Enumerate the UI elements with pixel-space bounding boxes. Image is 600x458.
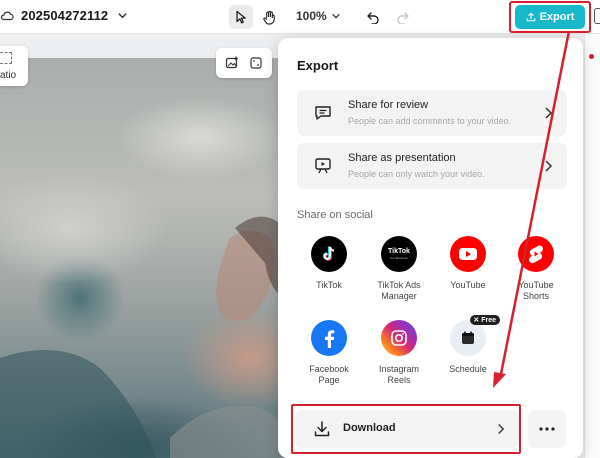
youtube-shorts-share-button[interactable]: YouTube Shorts [506, 236, 566, 302]
facebook-page-share-button[interactable]: Facebook Page [299, 320, 359, 386]
upload-icon [526, 12, 535, 22]
schedule-label: Schedule [449, 364, 487, 374]
more-options-button[interactable] [528, 410, 566, 448]
chevron-right-icon [545, 160, 553, 172]
youtube-label: YouTube [450, 280, 486, 290]
video-frame-art [0, 216, 290, 458]
zoom-dropdown[interactable]: 100% [296, 9, 341, 23]
export-button-label: Export [539, 11, 575, 23]
tiktok-ads-logo-sub: For Business [390, 256, 408, 260]
project-title[interactable]: 202504272112 [0, 8, 128, 23]
free-badge-label: Free [481, 317, 496, 324]
share-presentation-subtitle: People can only watch your video. [348, 169, 485, 179]
tiktok-ads-logo-text: TikTok [388, 248, 410, 255]
share-review-title: Share for review [348, 99, 429, 111]
chevron-right-icon [545, 107, 553, 119]
video-preview[interactable] [0, 58, 290, 458]
more-horizontal-icon [539, 427, 555, 431]
presentation-icon [315, 158, 331, 174]
chevron-down-icon [331, 13, 340, 19]
export-panel: Export Share for review People can add c… [278, 38, 583, 458]
tiktok-icon [311, 236, 347, 272]
share-presentation-title: Share as presentation [348, 152, 456, 164]
ratio-label: atio [0, 70, 17, 81]
hand-tool-button[interactable] [257, 5, 281, 29]
undo-button[interactable] [361, 5, 385, 29]
schedule-share-button[interactable]: ✕ Free Schedule [438, 315, 500, 375]
aspect-ratio-icon [0, 52, 12, 64]
project-name: 202504272112 [21, 8, 109, 23]
share-as-presentation-option[interactable]: Share as presentation People can only wa… [297, 143, 567, 189]
undo-icon [367, 12, 379, 24]
instagram-reels-label: Instagram Reels [378, 364, 420, 385]
redo-button[interactable] [391, 5, 415, 29]
zoom-level: 100% [296, 9, 327, 23]
export-button[interactable]: Export [515, 5, 585, 29]
tiktok-ads-manager-label: TikTok Ads Manager [377, 280, 421, 301]
download-label: Download [343, 422, 396, 434]
crop-frame-icon[interactable] [249, 56, 263, 70]
download-button[interactable]: Download [295, 410, 519, 448]
chevron-down-icon [118, 13, 127, 19]
youtube-icon [450, 236, 486, 272]
canvas-floating-toolbar [216, 48, 272, 78]
tiktok-label: TikTok [316, 280, 342, 290]
cloud-sync-icon [0, 11, 14, 20]
download-icon [314, 421, 330, 437]
cursor-icon [236, 10, 246, 24]
free-badge: ✕ Free [470, 315, 500, 325]
tiktok-ads-manager-share-button[interactable]: TikTok For Business TikTok Ads Manager [369, 236, 429, 302]
chevron-right-icon [498, 424, 505, 434]
youtube-shorts-label: YouTube Shorts [518, 280, 554, 301]
select-tool-button[interactable] [229, 5, 253, 29]
instagram-reels-share-button[interactable]: Instagram Reels [369, 320, 429, 386]
export-panel-title: Export [297, 58, 339, 73]
top-toolbar: 202504272112 100% Export [0, 0, 600, 34]
notification-dot [589, 54, 594, 59]
share-on-social-label: Share on social [297, 209, 373, 221]
share-review-subtitle: People can add comments to your video. [348, 116, 512, 126]
share-for-review-option[interactable]: Share for review People can add comments… [297, 90, 567, 136]
schedule-icon: ✕ Free [450, 315, 500, 356]
youtube-shorts-icon [518, 236, 554, 272]
tiktok-ads-icon: TikTok For Business [381, 236, 417, 272]
comment-icon [315, 106, 331, 120]
image-add-icon[interactable] [225, 56, 239, 70]
right-side-strip [584, 34, 600, 458]
youtube-share-button[interactable]: YouTube [438, 236, 498, 291]
panel-toggle-icon[interactable] [594, 8, 600, 24]
hand-icon [262, 10, 275, 25]
facebook-icon [311, 320, 347, 356]
instagram-icon [381, 320, 417, 356]
ratio-button[interactable]: atio [0, 46, 28, 86]
facebook-page-label: Facebook Page [309, 364, 349, 385]
redo-icon [397, 12, 409, 24]
tiktok-share-button[interactable]: TikTok [299, 236, 359, 291]
